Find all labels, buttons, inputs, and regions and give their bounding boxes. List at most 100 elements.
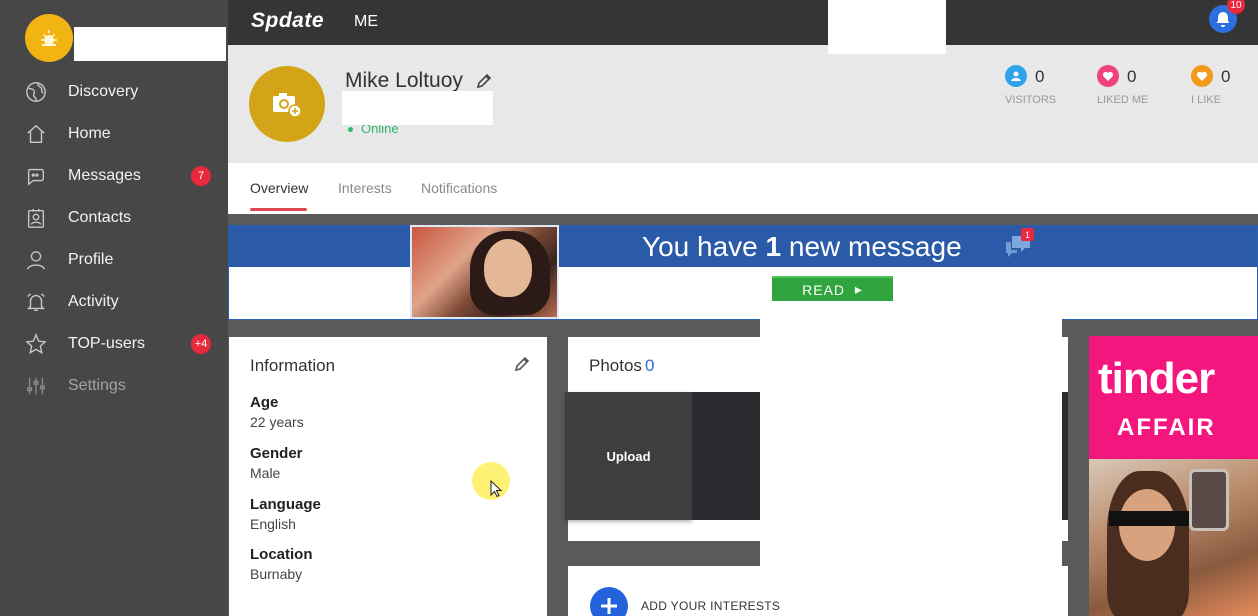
top-bar: Spdate ME 10 [228,0,1258,54]
banner-photo [410,225,559,319]
ad-photo [1089,459,1258,616]
active-tab-indicator [250,208,307,211]
sidebar-item-label: Contacts [68,209,132,226]
info-row-age: Age 22 years [250,394,304,430]
pencil-icon[interactable] [475,72,493,90]
plus-icon [601,598,617,614]
phone-in-photo [1189,469,1229,531]
photo-face [484,239,532,297]
i-like-count: 0 [1221,67,1231,86]
ad-title: tinder [1098,354,1215,403]
profile-tabs: Overview Interests Notifications [228,163,1258,214]
info-key: Location [250,546,313,563]
redacted-area [828,0,946,54]
add-interests-label[interactable]: ADD YOUR INTERESTS [641,599,780,613]
information-title: Information [250,356,336,375]
sidebar-item-contacts[interactable]: Contacts [0,198,228,238]
alarm-bell-icon [24,290,48,314]
visitors-count: 0 [1035,67,1045,86]
contacts-icon [24,206,48,230]
banner-text-prefix: You have [642,231,758,262]
banner-message-badge: 1 [1021,228,1034,241]
visitors-label: VISITORS [1005,94,1057,106]
upload-label: Upload [606,448,651,464]
read-button[interactable]: READ ▸ [772,276,893,301]
redacted-username [74,27,226,61]
sidebar-item-label: Discovery [68,83,139,100]
pencil-icon[interactable] [513,355,531,373]
sidebar-item-discovery[interactable]: Discovery [0,72,228,112]
home-icon [24,122,48,146]
sliders-icon [24,374,48,398]
sidebar-item-label: Messages [68,167,141,184]
chat-icon [24,164,48,188]
sidebar-item-top-users[interactable]: TOP-users +4 [0,324,228,364]
notifications-count-badge: 10 [1227,0,1245,14]
profile-avatar-upload[interactable] [249,66,325,142]
tab-overview[interactable]: Overview [250,180,308,196]
like-heart-icon [1191,65,1213,87]
sidebar: Discovery Home Messages 7 Contacts Profi… [0,0,228,616]
heart-icon [1097,65,1119,87]
info-row-language: Language English [250,496,321,532]
tinder-affair-ad[interactable]: tinder AFFAIR [1089,336,1258,616]
info-value: 22 years [250,414,304,430]
information-card: Information Age 22 years Gender Male Lan… [229,337,547,616]
photos-title-text: Photos [589,356,642,375]
liked-me-count: 0 [1127,67,1137,86]
add-interests-button[interactable] [590,587,628,616]
sidebar-item-profile[interactable]: Profile [0,240,228,280]
ad-header: tinder AFFAIR [1089,336,1258,459]
redacted-overlay [760,318,1062,566]
liked-me-label: LIKED ME [1097,94,1149,106]
upload-photo-button[interactable]: Upload [565,392,692,520]
globe-icon [24,80,48,104]
photos-title: Photos 0 [589,356,654,376]
sidebar-item-label: Profile [68,251,114,268]
info-row-location: Location Burnaby [250,546,313,582]
new-message-banner[interactable]: You have 1 new message 1 READ ▸ [228,225,1258,320]
banner-message-text: You have 1 new message [642,231,962,263]
sidebar-item-home[interactable]: Home [0,114,228,154]
star-icon [24,332,48,356]
sidebar-item-label: TOP-users [68,335,146,352]
redacted-status-area [342,91,493,125]
info-key: Gender [250,445,303,462]
bell-icon [1216,12,1230,27]
sidebar-item-label: Activity [68,293,119,310]
sidebar-item-settings[interactable]: Settings [0,366,228,406]
sidebar-item-messages[interactable]: Messages 7 [0,156,228,196]
messages-count-badge: 7 [191,166,211,186]
ad-subtitle: AFFAIR [1117,414,1216,441]
info-key: Age [250,394,279,411]
interests-card: ADD YOUR INTERESTS [568,566,1068,616]
sidebar-item-label: Settings [68,377,126,394]
user-avatar[interactable] [25,14,73,62]
tab-notifications[interactable]: Notifications [421,180,497,196]
app-logo[interactable]: Spdate [251,9,324,33]
info-value: English [250,516,296,532]
info-row-gender: Gender Male [250,445,303,481]
top-users-badge: +4 [191,334,211,354]
banner-text-suffix: new message [788,231,962,262]
tab-interests[interactable]: Interests [338,180,392,196]
visitors-icon [1005,65,1027,87]
banner-text-count: 1 [765,231,782,262]
info-value: Burnaby [250,566,303,582]
profile-header: Mike Loltuoy Online 0 VISITORS 0 LIKED M… [228,45,1258,163]
sun-icon [41,30,57,46]
me-menu-link[interactable]: ME [354,13,378,31]
profile-name: Mike Loltuoy [345,69,463,92]
info-value: Male [250,465,281,481]
play-arrow-icon: ▸ [854,281,863,297]
read-button-label: READ [802,281,846,298]
censor-bar [1109,511,1193,526]
i-like-label: I LIKE [1191,94,1221,106]
mouse-cursor-icon [490,480,502,498]
sidebar-item-activity[interactable]: Activity [0,282,228,322]
status-dot [348,127,353,133]
camera-add-icon [273,93,302,118]
info-key: Language [250,496,321,513]
sidebar-item-label: Home [68,125,111,142]
photos-count: 0 [644,356,655,375]
